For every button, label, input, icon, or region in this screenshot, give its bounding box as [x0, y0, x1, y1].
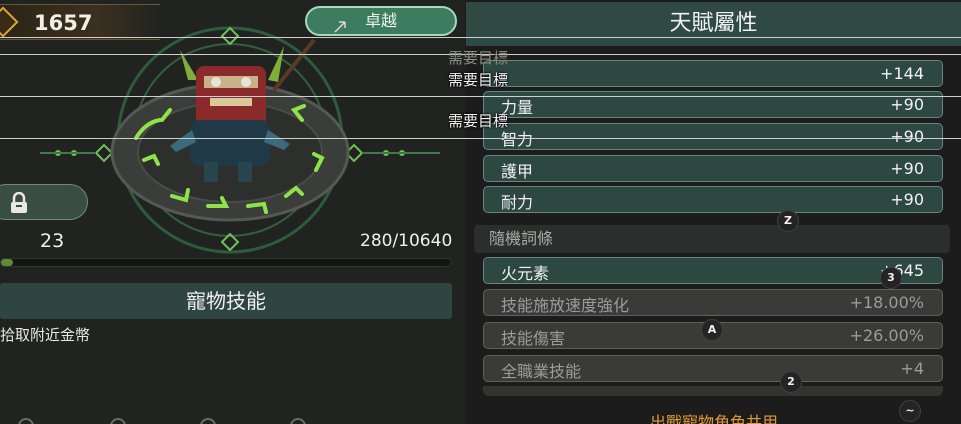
requirement-line — [0, 96, 961, 97]
requirement-line — [0, 138, 961, 139]
random-affixes-header: 隨機詞條 — [474, 225, 950, 253]
affix-name: 技能施放速度強化 — [501, 296, 630, 315]
affix-name: 技能傷害 — [501, 329, 566, 348]
pet-level: 23 — [40, 230, 65, 252]
pet-panel: 1657 23 280/10640 寵物技能 拾取附近金幣 — [0, 0, 465, 424]
page-dot[interactable] — [110, 418, 126, 424]
exp-bar — [0, 258, 452, 267]
affix-name: 全職業技能 — [501, 362, 582, 381]
affix-list-end — [483, 386, 943, 396]
stat-name: 耐力 — [501, 193, 534, 212]
shared-caption: 出戰寵物角色共用 — [650, 413, 779, 424]
affix-value: +18.00% — [849, 293, 924, 312]
hint-badge-z: Z — [777, 210, 799, 232]
rune-circle-platform — [40, 26, 440, 254]
hint-badge-a: A — [701, 319, 723, 341]
pet-skill-description: 拾取附近金幣 — [0, 326, 91, 344]
hint-badge-2: 2 — [780, 371, 802, 393]
stat-value: +90 — [890, 95, 924, 114]
talent-attributes-header: 天賦屬性 — [466, 2, 961, 46]
affix-value: +4 — [900, 359, 924, 378]
page-dot[interactable] — [18, 418, 34, 424]
requirement-label: 需要目標 — [448, 112, 509, 130]
page-dot[interactable] — [290, 418, 306, 424]
tab-excellence[interactable]: 卓越 — [305, 6, 457, 36]
pet-display[interactable] — [40, 10, 440, 255]
affix-value: +26.00% — [849, 326, 924, 345]
stat-value: +90 — [890, 190, 924, 209]
affix-name: 火元素 — [501, 264, 550, 283]
pointer-arrow-icon — [334, 21, 346, 33]
gold-gear-icon — [0, 6, 19, 38]
requirement-line — [0, 37, 961, 38]
talent-stat-row: 智力 +90 — [483, 123, 943, 150]
pet-exp: 280/10640 — [360, 231, 453, 251]
hint-badge-3: 3 — [880, 267, 902, 289]
hint-badge-tilde: ~ — [899, 400, 921, 422]
page-dot[interactable] — [200, 418, 216, 424]
lock-pet-button[interactable] — [0, 184, 88, 220]
affix-row: 技能施放速度強化 +18.00% — [483, 289, 943, 316]
exp-bar-fill — [1, 259, 13, 266]
affix-row: 火元素 +645 — [483, 257, 943, 284]
lock-icon — [11, 192, 27, 213]
affix-row: 全職業技能 +4 — [483, 355, 943, 382]
stat-value: +144 — [880, 64, 924, 83]
requirement-label: 需要目標 — [448, 49, 509, 67]
stat-value: +90 — [890, 127, 924, 146]
stat-value: +90 — [890, 159, 924, 178]
talent-stat-row: 護甲 +90 — [483, 155, 943, 182]
page-indicator — [10, 418, 310, 424]
stat-name: 護甲 — [501, 162, 534, 181]
pet-skill-header: 寵物技能 — [0, 283, 452, 319]
requirement-label: 需要目標 — [448, 71, 509, 89]
talent-stat-row: +144 — [483, 60, 943, 87]
talent-stat-row: 耐力 +90 — [483, 186, 943, 213]
